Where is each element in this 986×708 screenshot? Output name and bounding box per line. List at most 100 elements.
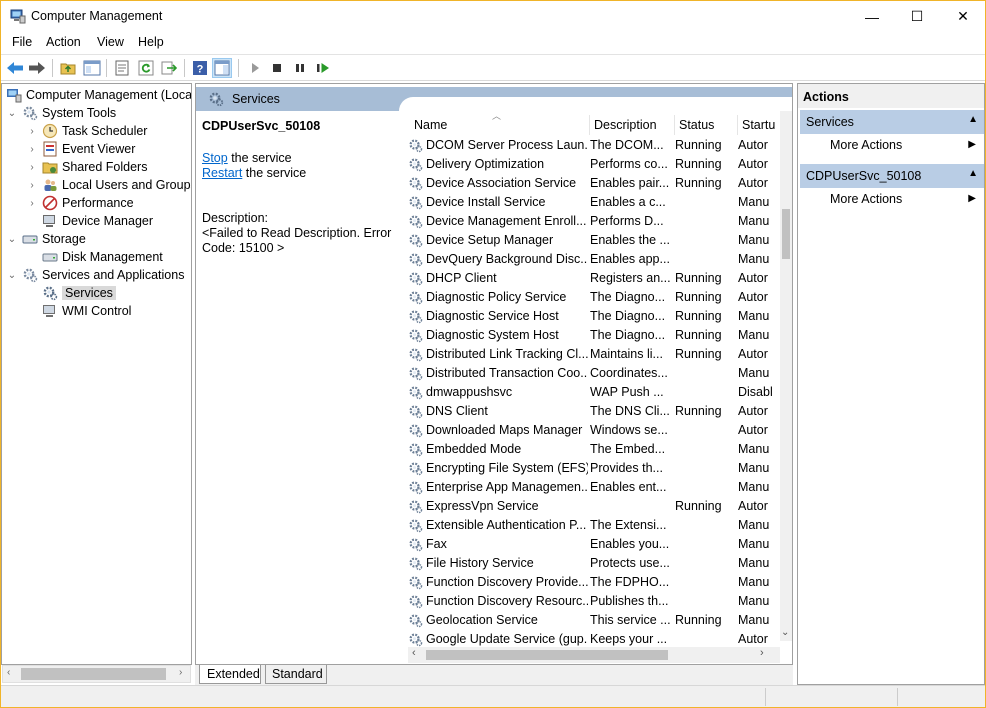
scroll-thumb[interactable] <box>21 668 166 680</box>
column-header-status[interactable]: Status <box>675 115 738 135</box>
tree-item-wmi-control[interactable]: WMI Control <box>26 302 131 320</box>
scroll-left-arrow-icon[interactable]: ‹ <box>7 667 10 678</box>
column-header-startup-type[interactable]: Startu <box>738 115 780 135</box>
service-gear-icon <box>409 462 423 476</box>
table-row[interactable]: Distributed Transaction Coo... Coordinate… <box>406 364 780 383</box>
collapsed-chevron-icon[interactable]: › <box>26 126 38 137</box>
tree-item-device-manager[interactable]: Device Manager <box>26 212 153 230</box>
collapse-icon[interactable]: ▲ <box>968 168 978 179</box>
tree-label: Disk Management <box>62 250 163 264</box>
table-row[interactable]: Device Association Service Enables pair..… <box>406 174 780 193</box>
tree-item-services[interactable]: Services <box>26 284 116 302</box>
table-row[interactable]: ExpressVpn Service Running Autor <box>406 497 780 516</box>
column-header-name[interactable]: Name <box>410 115 590 135</box>
more-actions-selected-service[interactable]: More Actions ▶ <box>800 189 984 211</box>
refresh-icon[interactable] <box>136 58 156 78</box>
menu-action[interactable]: Action <box>46 35 81 49</box>
table-row[interactable]: DevQuery Background Disc... Enables app..… <box>406 250 780 269</box>
actions-section-services[interactable]: Services ▲ <box>800 110 984 134</box>
stop-service-icon[interactable] <box>267 58 287 78</box>
forward-icon[interactable] <box>27 58 47 78</box>
expanded-chevron-icon[interactable]: ⌄ <box>6 234 18 245</box>
tree-item-task-scheduler[interactable]: › Task Scheduler <box>26 122 147 140</box>
table-row[interactable]: File History Service Protects use... Manu <box>406 554 780 573</box>
tree-item-shared-folders[interactable]: › Shared Folders <box>26 158 147 176</box>
collapsed-chevron-icon[interactable]: › <box>26 144 38 155</box>
tree-item-services-and-applications[interactable]: ⌄ Services and Applications <box>6 266 184 284</box>
service-status: Running <box>675 157 722 171</box>
table-row[interactable]: DNS Client The DNS Cli... Running Autor <box>406 402 780 421</box>
column-header-description[interactable]: Description <box>590 115 675 135</box>
show-action-pane-icon[interactable] <box>212 58 232 78</box>
service-description: WAP Push ... <box>590 385 664 399</box>
table-row[interactable]: Enterprise App Managemen... Enables ent..… <box>406 478 780 497</box>
table-row[interactable]: Device Setup Manager Enables the ... Manu <box>406 231 780 250</box>
tree-item-local-users-and-groups[interactable]: › Local Users and Groups <box>26 176 191 194</box>
list-horizontal-scrollbar[interactable]: ‹ › <box>408 647 780 663</box>
table-row[interactable]: Embedded Mode The Embed... Manu <box>406 440 780 459</box>
scroll-right-arrow-icon[interactable]: › <box>760 647 764 659</box>
tree-item-performance[interactable]: › Performance <box>26 194 134 212</box>
table-row[interactable]: dmwappushsvc WAP Push ... Disabl <box>406 383 780 402</box>
maximize-button[interactable]: ☐ <box>894 1 940 32</box>
tree-item-storage[interactable]: ⌄ Storage <box>6 230 86 248</box>
restart-service-link[interactable]: Restart <box>202 166 242 180</box>
table-row[interactable]: Geolocation Service This service ... Runni… <box>406 611 780 630</box>
tree-horizontal-scrollbar[interactable]: ‹ › <box>2 665 191 683</box>
service-name: Device Setup Manager <box>426 233 554 247</box>
table-row[interactable]: Extensible Authentication P... The Extens… <box>406 516 780 535</box>
table-row[interactable]: Distributed Link Tracking Cl... Maintains… <box>406 345 780 364</box>
table-row[interactable]: Downloaded Maps Manager Windows se... Auto… <box>406 421 780 440</box>
service-startup-type: Manu <box>738 575 770 589</box>
menu-help[interactable]: Help <box>138 35 164 49</box>
collapsed-chevron-icon[interactable]: › <box>26 198 38 209</box>
help-icon[interactable]: ? <box>190 58 210 78</box>
tree-label: System Tools <box>42 106 117 120</box>
table-row[interactable]: Encrypting File System (EFS) Provides th.… <box>406 459 780 478</box>
table-row[interactable]: Diagnostic Policy Service The Diagno... Ru… <box>406 288 780 307</box>
collapse-icon[interactable]: ▲ <box>968 114 978 125</box>
table-row[interactable]: Function Discovery Resourc... Publishes t… <box>406 592 780 611</box>
back-icon[interactable] <box>5 58 25 78</box>
stop-service-link[interactable]: Stop <box>202 151 228 165</box>
table-row[interactable]: Delivery Optimization Performs co... Runni… <box>406 155 780 174</box>
stop-service-text: the service <box>227 151 292 165</box>
table-row[interactable]: Diagnostic System Host The Diagno... Runni… <box>406 326 780 345</box>
start-service-icon[interactable] <box>245 58 265 78</box>
up-folder-icon[interactable] <box>58 58 78 78</box>
actions-section-selected-service[interactable]: CDPUserSvc_50108 ▲ <box>800 164 984 188</box>
table-row[interactable]: Device Install Service Enables a c... Manu <box>406 193 780 212</box>
tab-extended[interactable]: Extended <box>199 665 261 684</box>
pause-service-icon[interactable] <box>290 58 310 78</box>
more-actions-services[interactable]: More Actions ▶ <box>800 135 984 157</box>
tab-standard[interactable]: Standard <box>265 665 327 684</box>
table-row[interactable]: DCOM Server Process Laun... The DCOM... Ru… <box>406 136 780 155</box>
menu-view[interactable]: View <box>97 35 124 49</box>
expanded-chevron-icon[interactable]: ⌄ <box>6 108 18 119</box>
collapsed-chevron-icon[interactable]: › <box>26 162 38 173</box>
scroll-thumb[interactable] <box>426 650 668 660</box>
table-row[interactable]: Function Discovery Provide... The FDPHO..… <box>406 573 780 592</box>
tree-item-event-viewer[interactable]: › Event Viewer <box>26 140 135 158</box>
table-row[interactable]: DHCP Client Registers an... Running Autor <box>406 269 780 288</box>
scroll-down-arrow-icon[interactable]: ⌄ <box>781 627 789 638</box>
export-icon[interactable] <box>159 58 179 78</box>
list-vertical-scrollbar[interactable]: ⌄ <box>780 111 792 641</box>
properties-icon[interactable] <box>112 58 132 78</box>
scroll-thumb[interactable] <box>782 209 790 259</box>
scroll-left-arrow-icon[interactable]: ‹ <box>412 647 416 659</box>
menu-file[interactable]: File <box>12 35 32 49</box>
tree-item-disk-management[interactable]: Disk Management <box>26 248 163 266</box>
show-hide-tree-icon[interactable] <box>82 58 102 78</box>
minimize-button[interactable]: — <box>849 1 895 32</box>
tree-item-root[interactable]: Computer Management (Local <box>6 86 191 104</box>
table-row[interactable]: Diagnostic Service Host The Diagno... Runn… <box>406 307 780 326</box>
table-row[interactable]: Device Management Enroll... Performs D...… <box>406 212 780 231</box>
collapsed-chevron-icon[interactable]: › <box>26 180 38 191</box>
resume-service-icon[interactable] <box>313 58 333 78</box>
table-row[interactable]: Fax Enables you... Manu <box>406 535 780 554</box>
scroll-right-arrow-icon[interactable]: › <box>179 667 182 678</box>
expanded-chevron-icon[interactable]: ⌄ <box>6 270 18 281</box>
close-button[interactable]: ✕ <box>940 1 985 32</box>
tree-item-system-tools[interactable]: ⌄ System Tools <box>6 104 116 122</box>
